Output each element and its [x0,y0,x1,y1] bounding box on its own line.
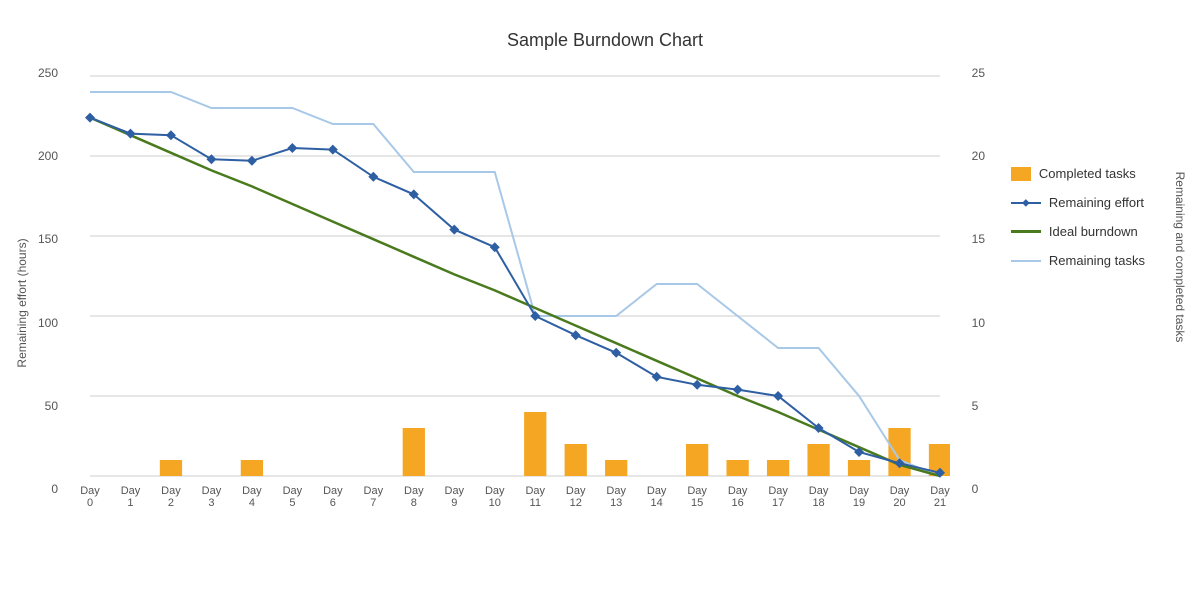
svg-text:3: 3 [208,497,214,509]
svg-text:Day: Day [242,485,262,497]
svg-text:11: 11 [530,497,541,509]
svg-text:1: 1 [127,497,133,509]
svg-text:7: 7 [370,497,376,509]
svg-text:Day: Day [323,485,343,497]
svg-text:Day: Day [890,485,910,497]
svg-text:18: 18 [812,497,824,509]
legend-label-ideal: Ideal burndown [1049,224,1138,239]
svg-text:0: 0 [87,497,93,509]
svg-text:13: 13 [610,497,622,509]
svg-text:Day: Day [202,485,222,497]
legend-completed-tasks: Completed tasks [1011,166,1145,181]
svg-text:12: 12 [570,497,582,509]
svg-text:4: 4 [249,497,255,509]
svg-text:Day: Day [647,485,667,497]
legend-line-tasks [1011,260,1041,262]
chart-title: Sample Burndown Chart [70,30,1140,51]
svg-text:15: 15 [691,497,703,509]
svg-text:Day: Day [566,485,586,497]
svg-text:17: 17 [772,497,784,509]
legend-label-completed: Completed tasks [1039,166,1136,181]
svg-text:Day: Day [364,485,384,497]
svg-text:Day: Day [768,485,788,497]
legend-bar-completed [1011,167,1031,181]
svg-text:2: 2 [168,497,174,509]
svg-text:16: 16 [731,497,743,509]
svg-text:9: 9 [451,497,457,509]
legend-line-ideal [1011,230,1041,233]
legend-line-effort: ◆ [1011,202,1041,204]
svg-text:Day: Day [687,485,707,497]
svg-text:Day: Day [283,485,303,497]
svg-text:5: 5 [289,497,295,509]
svg-text:14: 14 [651,497,663,509]
svg-text:10: 10 [489,497,501,509]
svg-text:8: 8 [411,497,417,509]
legend-remaining-effort: ◆ Remaining effort [1011,195,1145,210]
svg-text:Day: Day [404,485,424,497]
legend-remaining-tasks: Remaining tasks [1011,253,1145,268]
legend-ideal-burndown: Ideal burndown [1011,224,1145,239]
svg-text:Day: Day [161,485,181,497]
svg-text:6: 6 [330,497,336,509]
svg-text:Day: Day [525,485,545,497]
svg-text:Day: Day [445,485,465,497]
svg-text:Day: Day [849,485,869,497]
svg-text:Day: Day [930,485,950,497]
svg-text:Day: Day [606,485,626,497]
chart-svg: Day0Day1Day2Day3Day4Day5Day6Day7Day8Day9… [80,66,950,526]
svg-text:Day: Day [80,485,100,497]
y-axis-right-label: Remaining and completed tasks [1173,172,1187,343]
svg-text:20: 20 [893,497,905,509]
legend-label-effort: Remaining effort [1049,195,1144,210]
y-axis-left-label: Remaining effort (hours) [15,238,29,367]
svg-text:21: 21 [934,497,946,509]
svg-text:Day: Day [121,485,141,497]
svg-text:19: 19 [853,497,865,509]
legend-label-tasks: Remaining tasks [1049,253,1145,268]
chart-container: Sample Burndown Chart Remaining effort (… [0,0,1200,599]
y-axis-left-ticks: 250 200 150 100 50 0 [38,66,58,496]
svg-text:Day: Day [728,485,748,497]
legend: Completed tasks ◆ Remaining effort Ideal… [1011,166,1145,268]
svg-text:Day: Day [809,485,829,497]
svg-text:Day: Day [485,485,505,497]
y-axis-right-ticks: 25 20 15 10 5 0 [972,66,985,496]
